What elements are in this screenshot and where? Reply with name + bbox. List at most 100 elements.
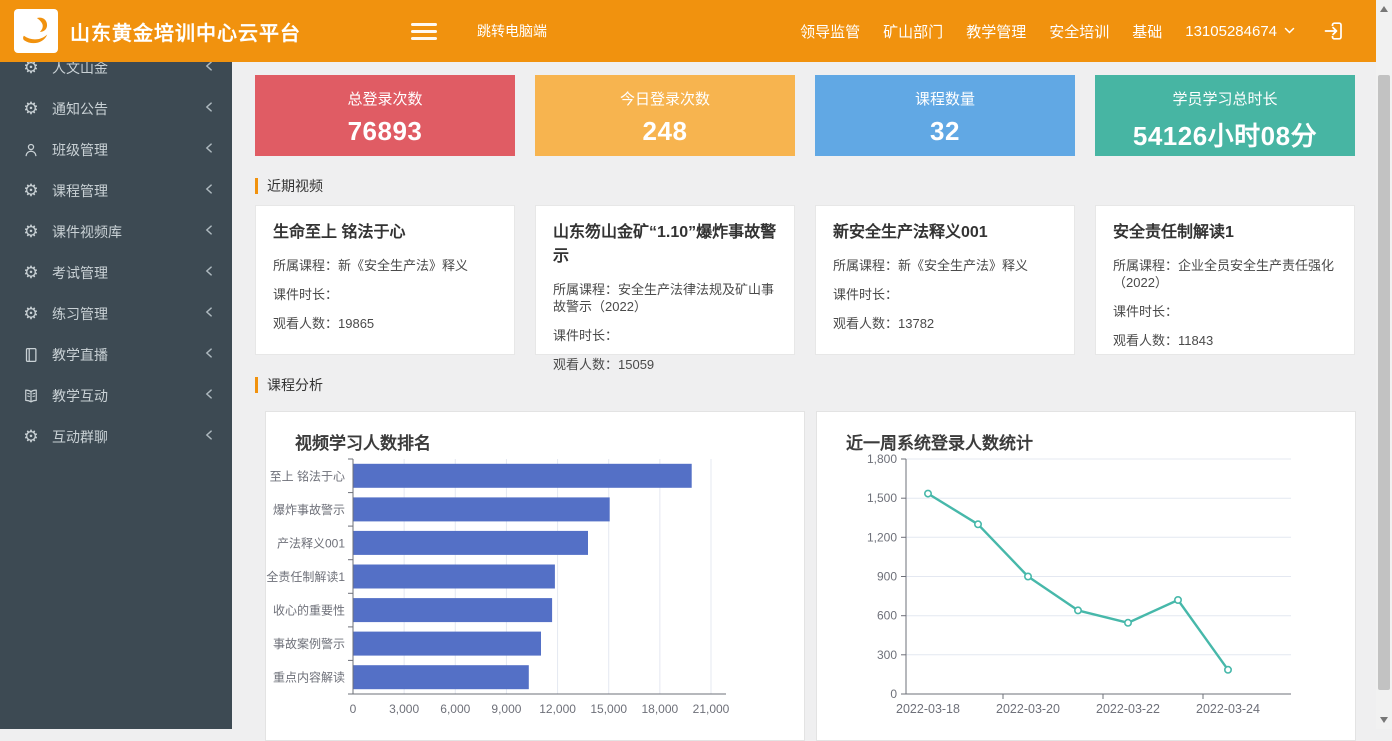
video-viewers: 观看人数：11843 [1113, 332, 1337, 349]
sidebar-item-label: 班级管理 [52, 140, 108, 160]
stat-value: 32 [815, 116, 1075, 147]
video-duration: 课件时长： [553, 327, 777, 344]
chevron-left-icon [202, 100, 216, 117]
video-title: 安全责任制解读1 [1113, 221, 1337, 245]
video-title: 新安全生产法释义001 [833, 221, 1057, 245]
svg-text:产法释义001: 产法释义001 [277, 536, 345, 550]
bar-5 [353, 598, 552, 622]
svg-text:21,000: 21,000 [693, 702, 730, 716]
svg-text:1,500: 1,500 [867, 491, 897, 505]
user-phone-menu[interactable]: 13105284674 [1185, 23, 1295, 40]
bar-3 [353, 531, 588, 555]
svg-text:900: 900 [877, 570, 897, 584]
stats-row: 总登录次数76893今日登录次数248课程数量32学员学习总时长54126小时0… [255, 75, 1376, 156]
video-course: 所属课程：企业全员安全生产责任强化（2022） [1113, 257, 1337, 291]
notebook-icon [20, 345, 42, 365]
top-nav: 领导监管 矿山部门 教学管理 安全培训 基础 [800, 21, 1185, 42]
svg-text:6,000: 6,000 [440, 702, 470, 716]
svg-text:1,200: 1,200 [867, 530, 897, 544]
svg-text:18,000: 18,000 [642, 702, 679, 716]
svg-text:9,000: 9,000 [491, 702, 521, 716]
svg-text:收心的重要性: 收心的重要性 [273, 603, 345, 618]
chevron-left-icon [202, 428, 216, 445]
app-logo [14, 9, 58, 53]
data-point-3 [1025, 573, 1031, 579]
svg-text:0: 0 [350, 702, 357, 716]
video-duration: 课件时长： [273, 286, 497, 303]
video-course: 所属课程：新《安全生产法》释义 [273, 257, 497, 274]
scrollbar-thumb[interactable] [1378, 75, 1390, 690]
page-scrollbar[interactable] [1376, 0, 1392, 729]
video-grid: 生命至上 铭法于心所属课程：新《安全生产法》释义课件时长：观看人数：19865山… [255, 205, 1376, 355]
section-course-analysis: 课程分析 [255, 375, 1376, 395]
sidebar-item-3[interactable]: 班级管理 [0, 129, 232, 170]
sidebar-item-label: 练习管理 [52, 304, 108, 324]
sidebar-item-label: 课程管理 [52, 181, 108, 201]
svg-text:12,000: 12,000 [539, 702, 576, 716]
hamburger-icon[interactable] [411, 19, 437, 44]
top-nav-item-2[interactable]: 矿山部门 [883, 21, 943, 42]
top-nav-item-3[interactable]: 教学管理 [966, 21, 1026, 42]
stat-card-4: 学员学习总时长54126小时08分 [1095, 75, 1355, 156]
sidebar-item-1[interactable]: ⚙人文山金 [0, 62, 232, 88]
sidebar-item-label: 人文山金 [52, 62, 108, 78]
gear-icon: ⚙ [20, 304, 42, 324]
bar-6 [353, 632, 541, 656]
scroll-down-icon[interactable] [1380, 717, 1388, 723]
bar-chart-title: 视频学习人数排名 [295, 429, 804, 454]
bar-2 [353, 497, 610, 521]
logout-button[interactable] [1323, 20, 1345, 42]
logout-icon [1323, 20, 1345, 42]
sidebar-item-2[interactable]: ⚙通知公告 [0, 88, 232, 129]
bar-chart-panel: 视频学习人数排名 至上 铭法于心爆炸事故警示产法释义001全责任制解读1收心的重… [265, 411, 805, 741]
video-card-3[interactable]: 新安全生产法释义001所属课程：新《安全生产法》释义课件时长：观看人数：1378… [815, 205, 1075, 355]
stat-label: 总登录次数 [255, 88, 515, 109]
scroll-up-icon[interactable] [1380, 6, 1388, 12]
data-point-1 [925, 490, 931, 496]
chevron-down-icon [1284, 27, 1295, 35]
chevron-left-icon [202, 182, 216, 199]
app-header: 山东黄金培训中心云平台 跳转电脑端 领导监管矿山部门教学管理安全培训基础 131… [0, 0, 1392, 62]
video-viewers: 观看人数：15059 [553, 356, 777, 373]
svg-text:600: 600 [877, 609, 897, 623]
top-nav-item-5[interactable]: 基础 [1132, 21, 1162, 42]
main-content: 总登录次数76893今日登录次数248课程数量32学员学习总时长54126小时0… [232, 62, 1376, 741]
data-point-7 [1225, 667, 1231, 673]
top-nav-item-4[interactable]: 安全培训 [1049, 21, 1109, 42]
gear-icon: ⚙ [20, 427, 42, 447]
video-viewers: 观看人数：13782 [833, 315, 1057, 332]
svg-text:3,000: 3,000 [389, 702, 419, 716]
stat-value: 248 [535, 116, 795, 147]
stat-card-3: 课程数量32 [815, 75, 1075, 156]
video-card-2[interactable]: 山东笏山金矿“1.10”爆炸事故警示所属课程：安全生产法律法规及矿山事故警示（2… [535, 205, 795, 355]
chevron-left-icon [202, 305, 216, 322]
line-chart-title: 近一周系统登录人数统计 [846, 429, 1355, 454]
video-card-1[interactable]: 生命至上 铭法于心所属课程：新《安全生产法》释义课件时长：观看人数：19865 [255, 205, 515, 355]
book-icon [20, 386, 42, 406]
section-label: 课程分析 [267, 375, 323, 395]
svg-text:1,800: 1,800 [867, 454, 897, 466]
sidebar-item-8[interactable]: 教学直播 [0, 334, 232, 375]
stat-label: 今日登录次数 [535, 88, 795, 109]
jump-to-pc-link[interactable]: 跳转电脑端 [477, 21, 547, 41]
video-card-4[interactable]: 安全责任制解读1所属课程：企业全员安全生产责任强化（2022）课件时长：观看人数… [1095, 205, 1355, 355]
sidebar-item-9[interactable]: 教学互动 [0, 375, 232, 416]
svg-text:0: 0 [890, 687, 897, 701]
stat-label: 学员学习总时长 [1095, 88, 1355, 109]
gear-icon: ⚙ [20, 181, 42, 201]
data-point-4 [1075, 607, 1081, 613]
sidebar-item-6[interactable]: ⚙考试管理 [0, 252, 232, 293]
svg-text:300: 300 [877, 648, 897, 662]
chevron-left-icon [202, 387, 216, 404]
bar-7 [353, 665, 529, 689]
data-point-2 [975, 521, 981, 527]
line-chart: 03006009001,2001,5001,8002022-03-182022-… [817, 454, 1355, 734]
sidebar-item-10[interactable]: ⚙互动群聊 [0, 416, 232, 457]
sidebar-item-4[interactable]: ⚙ 课程管理 [0, 170, 232, 211]
top-nav-item-1[interactable]: 领导监管 [800, 21, 860, 42]
sidebar-item-5[interactable]: ⚙课件视频库 [0, 211, 232, 252]
svg-text:15,000: 15,000 [590, 702, 627, 716]
sidebar-item-7[interactable]: ⚙ 练习管理 [0, 293, 232, 334]
data-point-5 [1125, 620, 1131, 626]
section-label: 近期视频 [267, 176, 323, 196]
